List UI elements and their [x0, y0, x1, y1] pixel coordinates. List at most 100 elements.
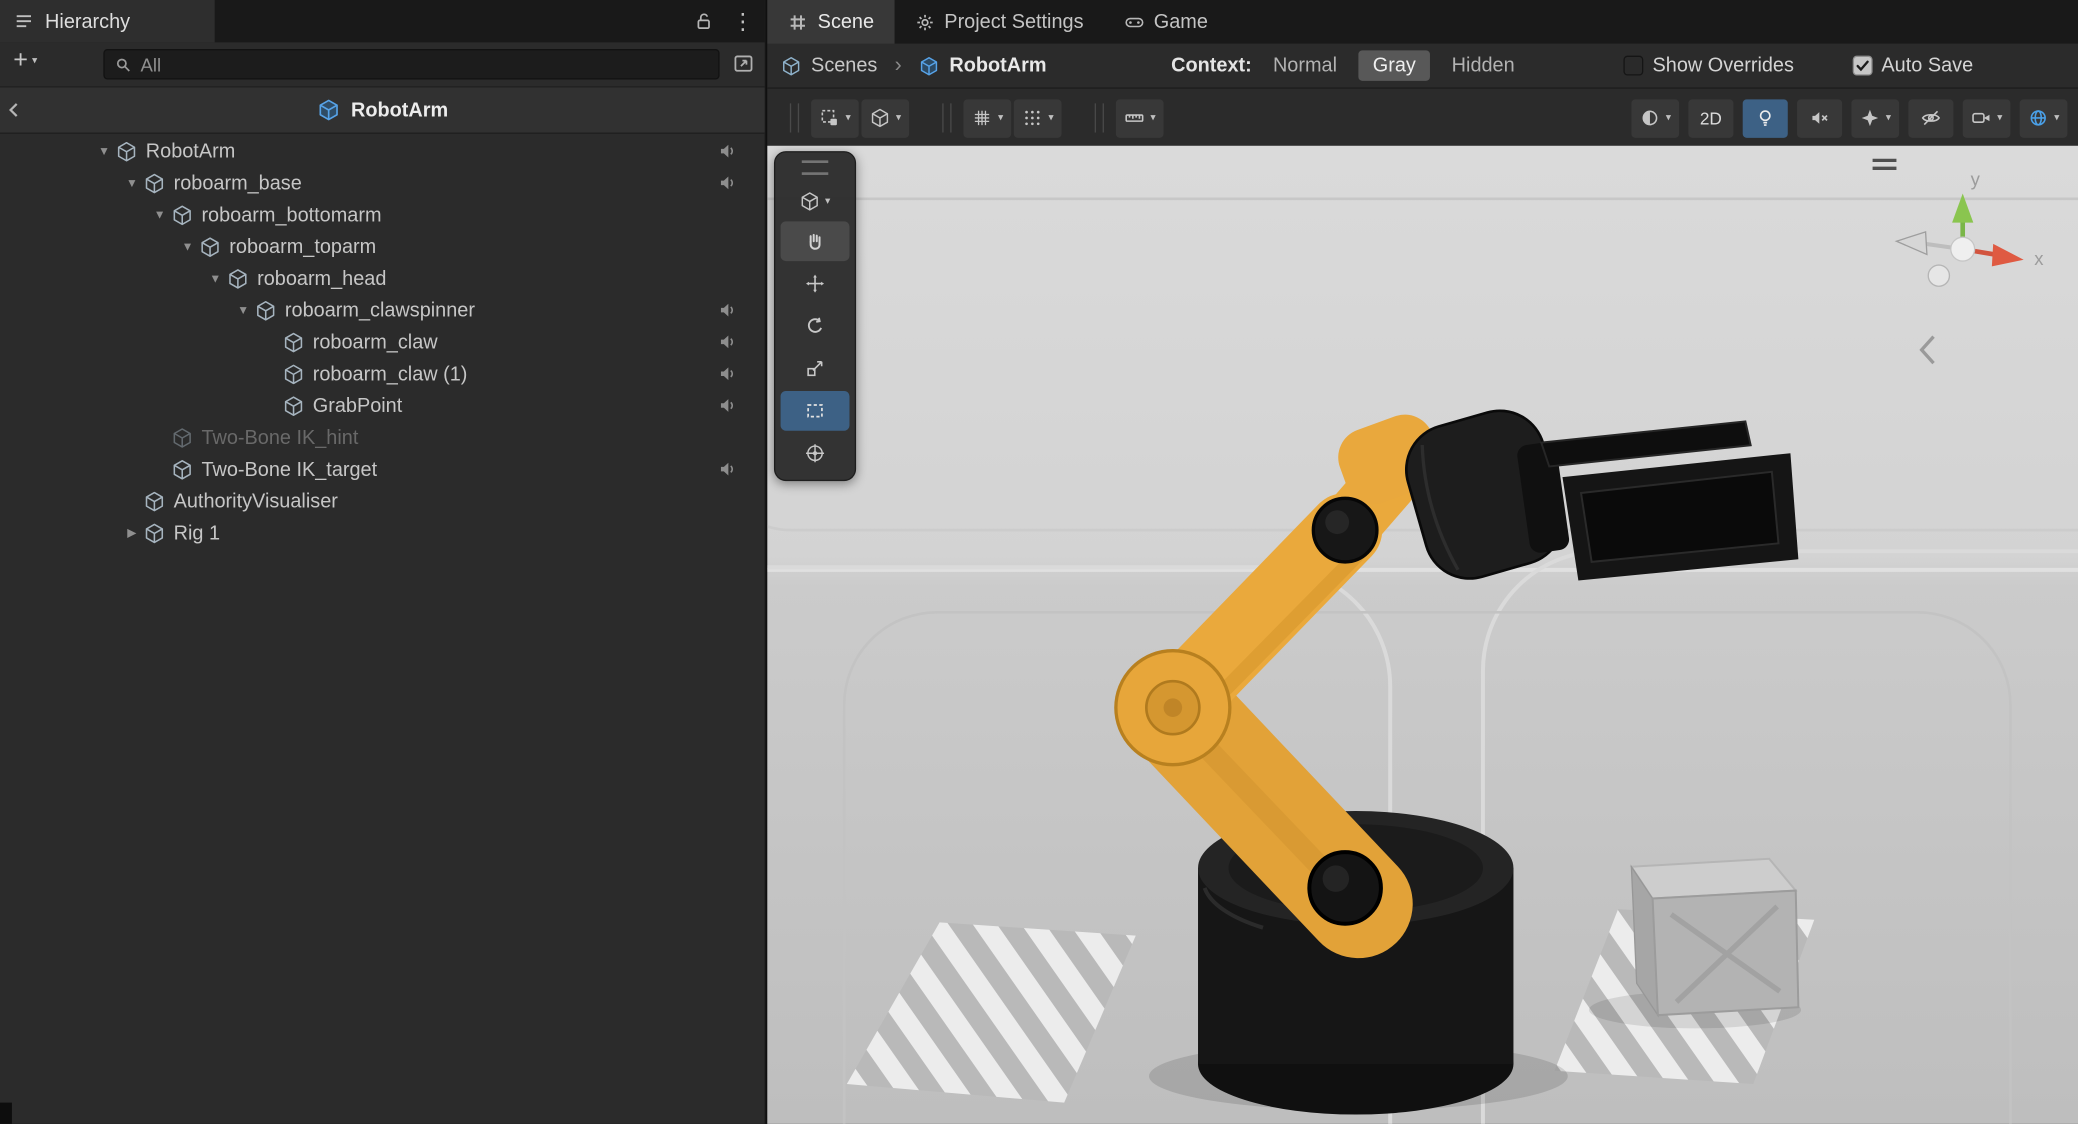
prefab-breadcrumb-bar: Scenes › RobotArm Context: NormalGrayHid…: [767, 44, 2078, 89]
tab-game[interactable]: Game: [1103, 0, 1227, 44]
breadcrumb-scenes[interactable]: Scenes: [811, 54, 877, 77]
foldout-arrow[interactable]: ▼: [232, 303, 255, 316]
tab-project-settings[interactable]: Project Settings: [894, 0, 1103, 44]
tab-hierarchy[interactable]: Hierarchy: [0, 0, 215, 42]
toolbar-grip[interactable]: [1095, 103, 1104, 132]
selection-outline-button[interactable]: ▾: [811, 99, 859, 137]
show-overrides-toggle[interactable]: Show Overrides: [1623, 54, 1794, 77]
hierarchy-panel: Hierarchy ⋮ + ▾ All: [0, 0, 765, 1124]
hierarchy-row[interactable]: Two-Bone IK_hint: [0, 421, 765, 453]
hierarchy-row[interactable]: AuthorityVisualiser: [0, 485, 765, 517]
context-option-gray[interactable]: Gray: [1358, 50, 1430, 80]
kebab-menu-icon[interactable]: ⋮: [732, 10, 755, 33]
foldout-arrow[interactable]: ▼: [176, 240, 199, 253]
hierarchy-row[interactable]: ▶Rig 1: [0, 517, 765, 549]
back-button[interactable]: [4, 99, 25, 120]
tab-scene[interactable]: Scene: [767, 0, 894, 44]
globe-button[interactable]: ▾: [2020, 99, 2068, 137]
hierarchy-row[interactable]: ▼ roboarm_bottomarm: [0, 199, 765, 231]
cube-icon: [143, 521, 166, 544]
hierarchy-row[interactable]: GrabPoint: [0, 390, 765, 422]
tool-move[interactable]: [781, 264, 850, 304]
bulb-button[interactable]: [1743, 99, 1788, 137]
speaker-badge-icon[interactable]: [717, 172, 738, 193]
hierarchy-item-label: roboarm_bottomarm: [201, 203, 381, 226]
grid-button[interactable]: ▾: [964, 99, 1012, 137]
tool-scale[interactable]: [781, 349, 850, 389]
prefab-header-bar: RobotArm: [0, 87, 765, 133]
tool-transform[interactable]: [781, 433, 850, 473]
scene-viewport[interactable]: y x ▾: [767, 146, 2078, 1124]
move-icon: [804, 273, 825, 294]
audio-muted-button[interactable]: [1797, 99, 1842, 137]
ruler-button[interactable]: ▾: [1116, 99, 1164, 137]
speaker-badge-icon[interactable]: [717, 395, 738, 416]
dropdown-caret: ▾: [846, 113, 851, 124]
show-overrides-checkbox[interactable]: [1623, 56, 1643, 76]
camera-icon: [1971, 107, 1992, 128]
speaker-badge-icon[interactable]: [717, 459, 738, 480]
tool-rect[interactable]: [781, 391, 850, 431]
gizmo-y-label: y: [1971, 169, 1981, 190]
speaker-badge-icon[interactable]: [717, 300, 738, 321]
hierarchy-row[interactable]: ▼roboarm_toparm: [0, 231, 765, 263]
2d-button[interactable]: 2D: [1688, 99, 1733, 137]
context-label: Context:: [1171, 54, 1252, 77]
tool-hand[interactable]: [781, 221, 850, 261]
dropdown-caret: ▾: [998, 113, 1003, 124]
gizmo-center-sphere[interactable]: [1951, 237, 1975, 261]
hierarchy-search-input[interactable]: All: [103, 49, 719, 79]
hierarchy-tab-strip: Hierarchy ⋮: [0, 0, 765, 42]
shaded-sphere-button[interactable]: ▾: [1631, 99, 1679, 137]
speaker-badge-icon[interactable]: [717, 140, 738, 161]
hierarchy-row[interactable]: ▼roboarm_base: [0, 167, 765, 199]
foldout-arrow[interactable]: ▶: [121, 525, 144, 540]
context-option-normal[interactable]: Normal: [1273, 54, 1337, 77]
hierarchy-row[interactable]: roboarm_claw: [0, 326, 765, 358]
search-window-icon[interactable]: [732, 52, 756, 76]
auto-save-checkbox[interactable]: [1852, 56, 1872, 76]
speaker-badge-icon[interactable]: [717, 331, 738, 352]
auto-save-toggle[interactable]: Auto Save: [1852, 54, 1973, 77]
view-cube-icon: [800, 190, 821, 211]
foldout-arrow[interactable]: ▼: [148, 208, 171, 221]
hierarchy-row[interactable]: ▼ roboarm_clawspinner: [0, 294, 765, 326]
pivot-cube-button[interactable]: ▾: [861, 99, 909, 137]
ruler-icon: [1124, 107, 1145, 128]
cube-icon: [199, 235, 222, 258]
dropdown-caret: ▾: [825, 195, 830, 206]
lock-icon[interactable]: [693, 11, 714, 32]
search-filter-value: All: [140, 54, 161, 75]
hierarchy-row[interactable]: ▼ RobotArm: [0, 135, 765, 167]
foldout-arrow[interactable]: ▼: [204, 272, 227, 285]
speaker-badge-icon[interactable]: [717, 363, 738, 384]
overlay-drag-handle[interactable]: [802, 160, 829, 175]
rect-icon: [804, 400, 825, 421]
hierarchy-item-label: roboarm_clawspinner: [285, 299, 475, 322]
toolbar-grip[interactable]: [942, 103, 951, 132]
hierarchy-row[interactable]: roboarm_claw (1): [0, 358, 765, 390]
unity-editor-window: Hierarchy ⋮ + ▾ All: [0, 0, 2078, 1124]
eye-hidden-icon: [1920, 107, 1941, 128]
gizmo-x-label: x: [2034, 248, 2044, 269]
tool-rotate[interactable]: [781, 306, 850, 346]
foldout-arrow[interactable]: ▼: [93, 144, 116, 157]
prefab-cube-icon: [317, 98, 341, 122]
cube-icon: [282, 362, 305, 385]
foldout-arrow[interactable]: ▼: [121, 176, 144, 189]
hierarchy-item-label: RobotArm: [146, 140, 235, 163]
hierarchy-row[interactable]: ▼roboarm_head: [0, 262, 765, 294]
scenes-cube-icon: [781, 55, 802, 76]
effects-button[interactable]: ▾: [1851, 99, 1899, 137]
scene-view-toolbar: ▾▾▾▾▾ ▾2D▾▾▾: [767, 89, 2078, 149]
eye-hidden-button[interactable]: [1908, 99, 1953, 137]
hierarchy-row[interactable]: Two-Bone IK_target: [0, 453, 765, 485]
gizmo-z-sphere[interactable]: [1928, 265, 1949, 286]
camera-button[interactable]: ▾: [1963, 99, 2011, 137]
snap-grid-button[interactable]: ▾: [1014, 99, 1062, 137]
scene-panel: SceneProject SettingsGame Scenes › Robot…: [766, 0, 2078, 1124]
toolbar-grip[interactable]: [790, 103, 799, 132]
tool-view-cube[interactable]: ▾: [781, 183, 850, 219]
add-object-button[interactable]: + ▾: [13, 48, 37, 73]
context-option-hidden[interactable]: Hidden: [1452, 54, 1515, 77]
